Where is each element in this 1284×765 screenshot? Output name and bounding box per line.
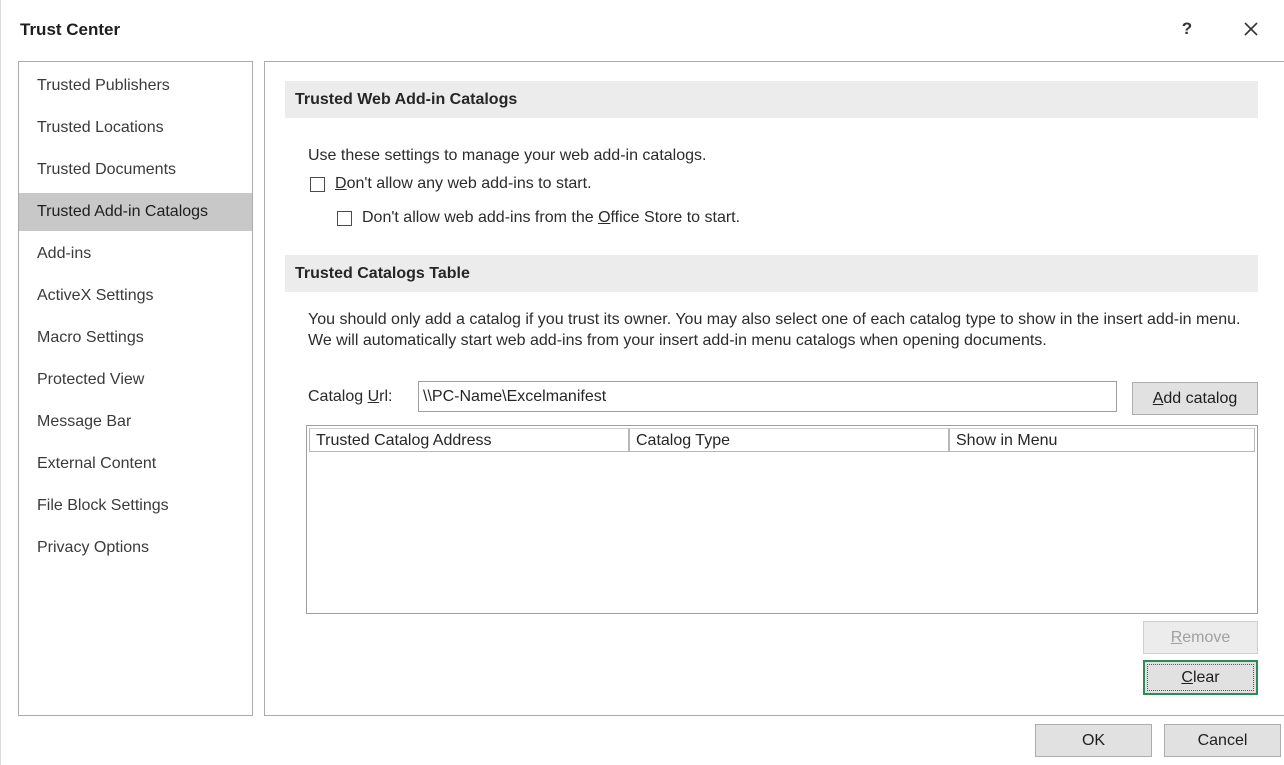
remove-button[interactable]: Remove (1143, 621, 1258, 654)
sidebar-item-add-ins[interactable]: Add-ins (19, 235, 252, 273)
column-header-catalog-type[interactable]: Catalog Type (629, 428, 949, 452)
section-header-web-catalogs: Trusted Web Add-in Catalogs (285, 81, 1258, 118)
web-catalogs-description: Use these settings to manage your web ad… (308, 147, 707, 164)
dialog-title: Trust Center (20, 20, 121, 39)
sidebar-item-trusted-publishers[interactable]: Trusted Publishers (19, 67, 252, 105)
checkbox-disallow-all-web-add-ins[interactable] (310, 177, 325, 192)
clear-button[interactable]: Clear (1143, 660, 1258, 695)
catalog-url-label: Catalog Url: (308, 388, 393, 405)
help-button[interactable]: ? (1172, 14, 1202, 44)
catalogs-table-note: You should only add a catalog if you tru… (308, 311, 1241, 349)
close-icon (1244, 22, 1258, 36)
column-header-trusted-catalog-address[interactable]: Trusted Catalog Address (309, 428, 629, 452)
trusted-catalogs-table[interactable]: Trusted Catalog Address Catalog Type Sho… (306, 425, 1258, 614)
checkbox-disallow-office-store-label[interactable]: Don't allow web add-ins from the Office … (362, 209, 740, 227)
title-bar: Trust Center ? (0, 0, 1284, 58)
sidebar-nav: Trusted Publishers Trusted Locations Tru… (18, 61, 253, 716)
ok-button[interactable]: OK (1035, 724, 1152, 757)
catalog-url-input[interactable]: \\PC-Name\Excelmanifest (418, 381, 1117, 412)
sidebar-item-trusted-locations[interactable]: Trusted Locations (19, 109, 252, 147)
checkbox-disallow-office-store[interactable] (337, 211, 352, 226)
sidebar-item-file-block-settings[interactable]: File Block Settings (19, 487, 252, 525)
sidebar-item-privacy-options[interactable]: Privacy Options (19, 529, 252, 567)
add-catalog-button[interactable]: Add catalog (1132, 382, 1258, 415)
sidebar-item-protected-view[interactable]: Protected View (19, 361, 252, 399)
checkbox-disallow-all-label[interactable]: Don't allow any web add-ins to start. (335, 175, 592, 193)
sidebar-item-external-content[interactable]: External Content (19, 445, 252, 483)
sidebar-item-message-bar[interactable]: Message Bar (19, 403, 252, 441)
sidebar-item-macro-settings[interactable]: Macro Settings (19, 319, 252, 357)
section-header-catalogs-table: Trusted Catalogs Table (285, 255, 1258, 292)
close-button[interactable] (1236, 14, 1266, 44)
sidebar-item-trusted-add-in-catalogs[interactable]: Trusted Add-in Catalogs (19, 193, 252, 231)
focus-ring (1147, 664, 1254, 691)
sidebar-item-activex-settings[interactable]: ActiveX Settings (19, 277, 252, 315)
sidebar-item-trusted-documents[interactable]: Trusted Documents (19, 151, 252, 189)
column-header-show-in-menu[interactable]: Show in Menu (949, 428, 1255, 452)
cancel-button[interactable]: Cancel (1164, 724, 1281, 757)
